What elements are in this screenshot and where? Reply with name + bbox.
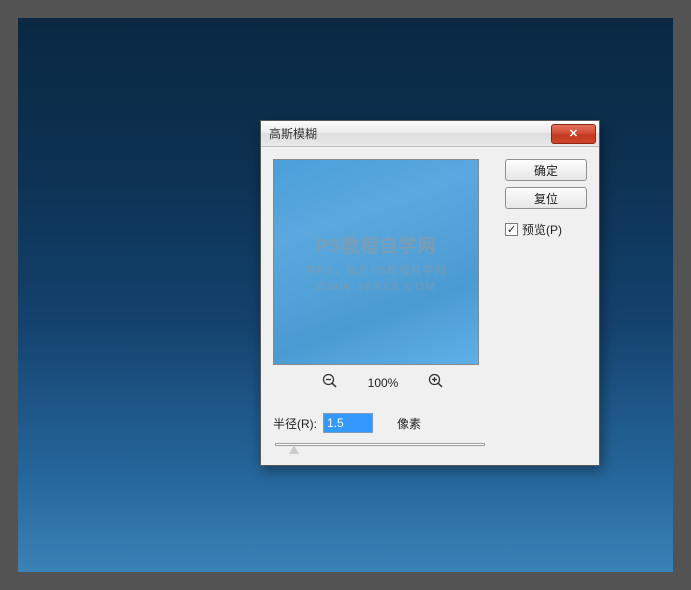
preview-checkbox-label: 预览(P) [522,221,562,238]
dialog-title: 高斯模糊 [269,125,317,142]
reset-button[interactable]: 复位 [505,187,587,209]
radius-row: 半径(R): 像素 [273,413,493,433]
preview-checkbox[interactable]: ✓ [505,223,518,236]
close-button[interactable]: ✕ [551,124,596,144]
zoom-out-icon[interactable] [322,373,338,393]
radius-unit-label: 像素 [397,415,421,432]
ok-button-label: 确定 [534,162,558,179]
watermark-line2: 学PS，就到PS教程自学网 [305,262,446,278]
reset-button-label: 复位 [534,190,558,207]
slider-track-line [275,443,485,446]
watermark-line1: PS教程自学网 [315,232,436,258]
zoom-level-label: 100% [368,376,399,390]
dialog-body: PS教程自学网 学PS，就到PS教程自学网 WWW.16XX8.COM 100%… [261,147,599,465]
preview-checkbox-row[interactable]: ✓ 预览(P) [505,221,587,238]
radius-slider[interactable] [275,439,485,453]
dialog-titlebar[interactable]: 高斯模糊 ✕ [261,121,599,147]
zoom-controls: 100% [273,373,493,393]
ok-button[interactable]: 确定 [505,159,587,181]
close-icon: ✕ [569,127,578,140]
dialog-left-column: PS教程自学网 学PS，就到PS教程自学网 WWW.16XX8.COM 100%… [273,159,493,453]
zoom-in-icon[interactable] [428,373,444,393]
preview-image[interactable]: PS教程自学网 学PS，就到PS教程自学网 WWW.16XX8.COM [273,159,479,365]
radius-label: 半径(R): [273,415,317,432]
watermark-line3: WWW.16XX8.COM [315,281,436,293]
slider-thumb[interactable] [289,445,299,454]
radius-input[interactable] [323,413,373,433]
dialog-right-column: 确定 复位 ✓ 预览(P) [505,159,587,453]
gaussian-blur-dialog: 高斯模糊 ✕ PS教程自学网 学PS，就到PS教程自学网 WWW.16XX8.C… [260,120,600,466]
